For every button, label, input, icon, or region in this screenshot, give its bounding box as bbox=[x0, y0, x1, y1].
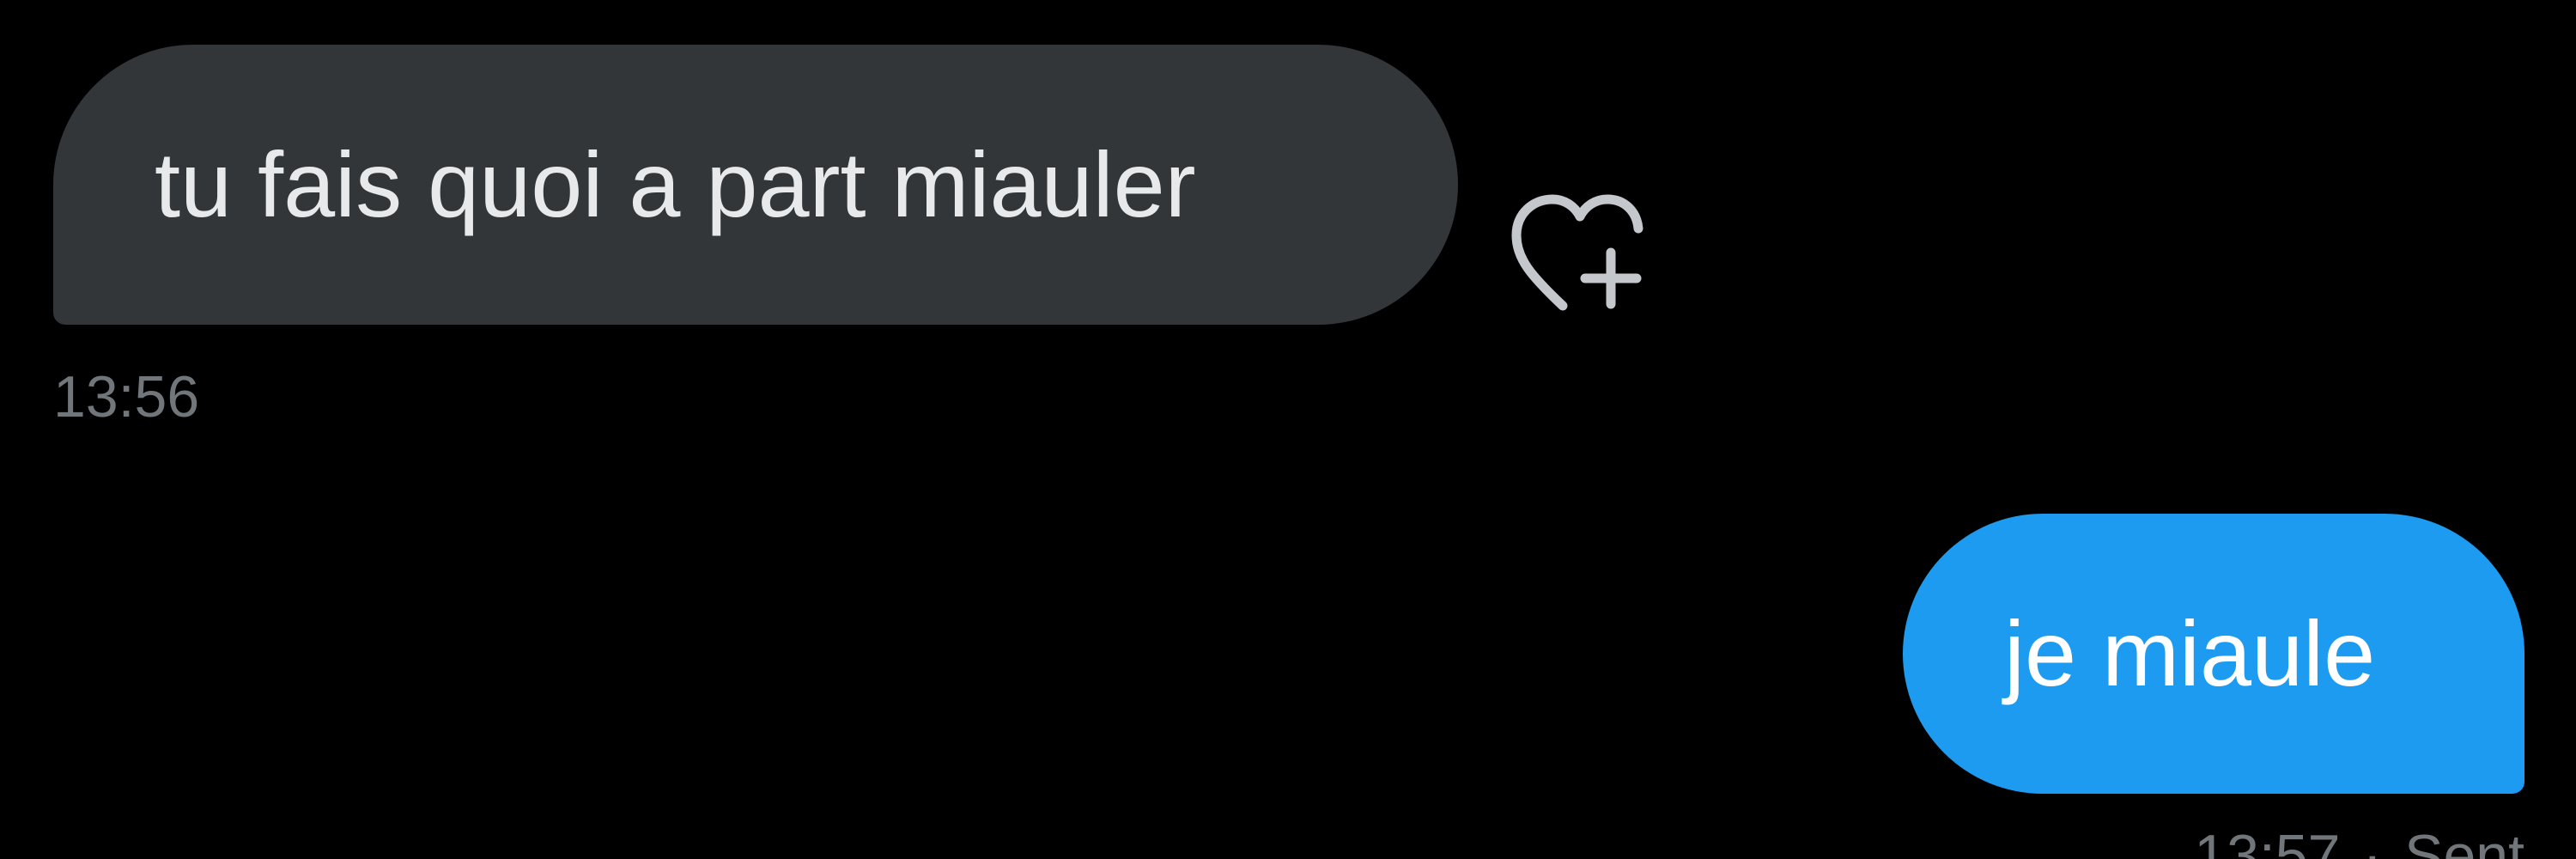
add-reaction-button[interactable] bbox=[1510, 194, 1647, 314]
conversation-thread: tu fais quoi a part miauler 13:56 je mia… bbox=[0, 0, 2576, 859]
sent-status-label: Sent bbox=[2404, 823, 2524, 859]
sent-message-bubble[interactable]: je miaule bbox=[1903, 514, 2524, 794]
sent-message-text: je miaule bbox=[2004, 601, 2376, 705]
sent-message-timestamp: 13:57 bbox=[2194, 823, 2341, 859]
heart-plus-icon bbox=[1511, 194, 1643, 311]
received-message-bubble[interactable]: tu fais quoi a part miauler bbox=[53, 45, 1458, 325]
meta-separator: · bbox=[2362, 823, 2383, 859]
received-message-text: tu fais quoi a part miauler bbox=[155, 132, 1196, 236]
received-message-timestamp: 13:56 bbox=[53, 364, 200, 430]
sent-message-meta: 13:57 · Sent bbox=[2194, 826, 2524, 859]
